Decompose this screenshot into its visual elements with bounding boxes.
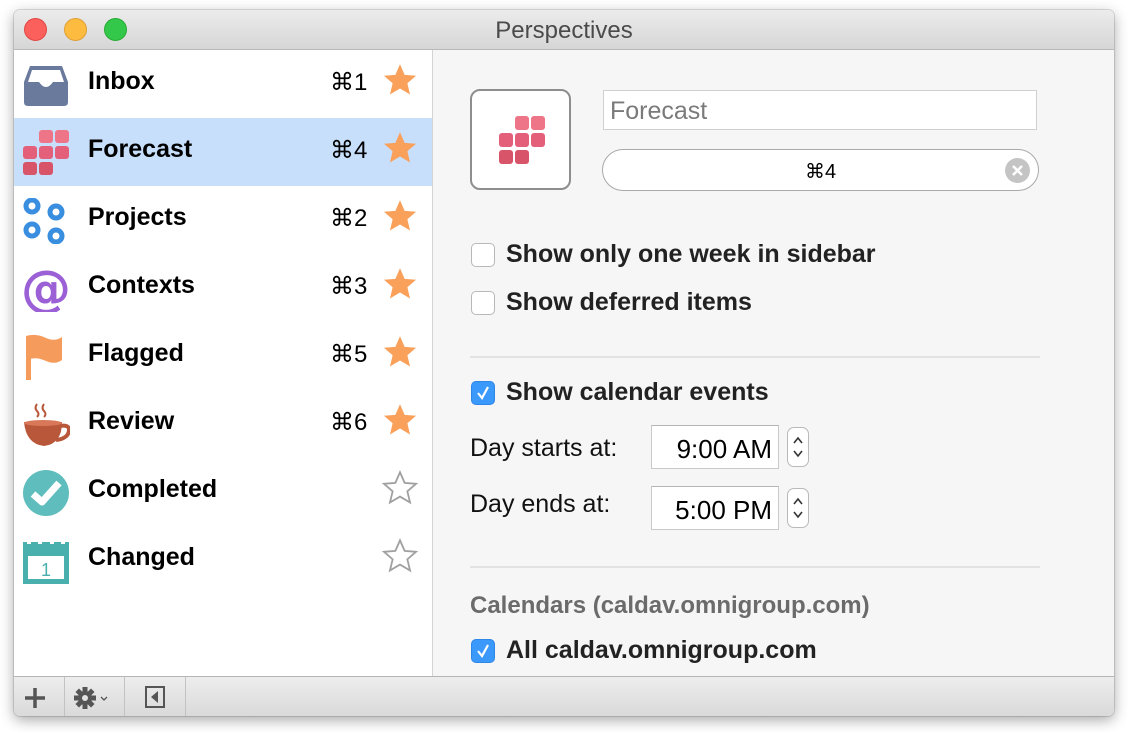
sidebar-item-completed[interactable]: Completed [14, 458, 432, 526]
section-divider [470, 566, 1040, 568]
shortcut-recorder-field[interactable]: ⌘4 [602, 149, 1039, 191]
svg-text:1: 1 [41, 560, 51, 580]
keyboard-shortcut: ⌘4 [330, 137, 368, 164]
keyboard-shortcut: ⌘3 [330, 273, 368, 300]
perspective-detail-pane: Forecast ⌘4 Show only one week in sideba… [433, 50, 1114, 676]
window-title: Perspectives [495, 17, 633, 44]
settings-menu-button[interactable] [65, 677, 125, 716]
deferred-items-label: Show deferred items [506, 288, 752, 316]
favorite-star-icon[interactable] [382, 198, 418, 234]
calendar-events-label: Show calendar events [506, 378, 769, 406]
favorite-star-icon[interactable] [382, 266, 418, 302]
checkmark-circle-icon [23, 470, 69, 516]
sidebar-item-flagged[interactable]: Flagged ⌘5 [14, 322, 432, 390]
perspective-name-field[interactable]: Forecast [603, 90, 1037, 130]
stepper-arrows-icon [793, 436, 803, 458]
favorite-star-icon[interactable] [382, 62, 418, 98]
sidebar-item-contexts[interactable]: @ Contexts ⌘3 [14, 254, 432, 322]
shortcut-value: ⌘4 [804, 161, 837, 183]
forecast-icon [23, 130, 69, 175]
flag-icon [26, 334, 62, 380]
forecast-icon [499, 116, 545, 164]
sidebar-collapse-icon [145, 686, 165, 708]
sidebar-item-label: Completed [88, 475, 218, 503]
toggle-sidebar-button[interactable] [125, 677, 186, 716]
sidebar-item-changed[interactable]: 1 Changed [14, 526, 432, 594]
calendars-section-heading: Calendars (caldav.omnigroup.com) [470, 592, 870, 619]
day-start-time-field[interactable]: 9:00 AM [651, 425, 779, 469]
checkmark-icon [477, 386, 489, 400]
title-bar[interactable]: Perspectives [14, 10, 1114, 50]
projects-icon [23, 198, 65, 244]
perspectives-window: Perspectives Inbox ⌘1 Forecast ⌘4 Projec… [14, 10, 1114, 716]
svg-text:@: @ [22, 266, 70, 312]
sidebar-item-forecast[interactable]: Forecast ⌘4 [14, 118, 432, 186]
deferred-items-checkbox[interactable] [471, 291, 495, 315]
perspectives-sidebar: Inbox ⌘1 Forecast ⌘4 Projects ⌘2 @ Conte… [14, 50, 433, 676]
sidebar-item-label: Projects [88, 203, 187, 231]
checkmark-icon [477, 644, 489, 658]
perspective-icon-well[interactable] [470, 89, 571, 190]
day-end-stepper[interactable] [787, 488, 809, 528]
favorite-star-icon[interactable] [382, 334, 418, 370]
calendar-events-checkbox[interactable] [471, 381, 495, 405]
sidebar-item-projects[interactable]: Projects ⌘2 [14, 186, 432, 254]
one-week-checkbox[interactable] [471, 243, 495, 267]
keyboard-shortcut: ⌘2 [330, 205, 368, 232]
sidebar-item-label: Flagged [88, 339, 184, 367]
sidebar-item-label: Changed [88, 543, 195, 571]
plus-icon [25, 688, 45, 708]
sidebar-item-review[interactable]: Review ⌘6 [14, 390, 432, 458]
add-perspective-button[interactable] [14, 677, 65, 716]
sidebar-item-label: Contexts [88, 271, 195, 299]
day-end-time-field[interactable]: 5:00 PM [651, 486, 779, 530]
all-calendars-label: All caldav.omnigroup.com [506, 636, 817, 664]
bottom-toolbar [14, 676, 1114, 716]
stepper-arrows-icon [793, 497, 803, 519]
sidebar-item-label: Forecast [88, 135, 193, 163]
favorite-star-outline-icon[interactable] [382, 538, 418, 574]
section-divider [470, 356, 1040, 358]
gear-icon [74, 687, 108, 709]
day-end-label: Day ends at: [470, 490, 611, 518]
chevron-down-icon [100, 696, 108, 701]
one-week-label: Show only one week in sidebar [506, 240, 876, 268]
calendar-icon: 1 [23, 538, 69, 584]
sidebar-item-label: Review [88, 407, 175, 435]
contexts-icon: @ [22, 266, 70, 312]
clear-shortcut-button[interactable] [1005, 158, 1030, 183]
day-start-stepper[interactable] [787, 427, 809, 467]
keyboard-shortcut: ⌘6 [330, 409, 368, 436]
favorite-star-outline-icon[interactable] [382, 470, 418, 506]
keyboard-shortcut: ⌘5 [330, 341, 368, 368]
keyboard-shortcut: ⌘1 [330, 69, 368, 96]
sidebar-item-label: Inbox [88, 67, 155, 95]
inbox-icon [24, 66, 68, 106]
all-calendars-checkbox[interactable] [471, 639, 495, 663]
favorite-star-icon[interactable] [382, 130, 418, 166]
day-start-label: Day starts at: [470, 434, 618, 462]
coffee-cup-icon [24, 403, 70, 446]
favorite-star-icon[interactable] [382, 402, 418, 438]
clear-x-icon [1012, 165, 1023, 176]
sidebar-item-inbox[interactable]: Inbox ⌘1 [14, 50, 432, 118]
